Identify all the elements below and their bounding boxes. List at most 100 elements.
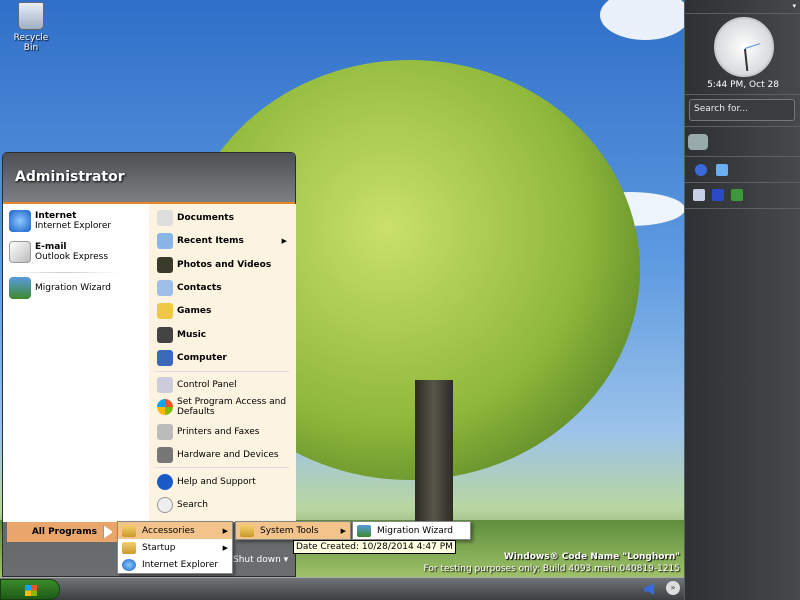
search-icon [157, 497, 173, 513]
item-label: Photos and Videos [177, 260, 272, 270]
menu-control-panel[interactable]: Control Panel [157, 377, 293, 393]
documents-icon [157, 210, 173, 226]
submenu-arrow-icon: ▶ [281, 237, 287, 245]
recent-label: Migration Wizard [35, 283, 111, 293]
chat-bubbles-icon[interactable] [688, 134, 708, 150]
recycle-bin-label: Recycle Bin [13, 33, 49, 53]
accessories-menu: System Tools ▶ [235, 521, 351, 540]
computer-icon[interactable] [712, 189, 724, 201]
contacts-icon [157, 280, 173, 296]
item-label: Music [177, 330, 207, 340]
games-icon [157, 303, 173, 319]
refresh-icon[interactable] [716, 164, 728, 176]
item-label: Search [177, 500, 208, 510]
item-label: Printers and Faxes [177, 427, 260, 437]
email-icon [9, 241, 31, 263]
recycle-bin-icon [18, 2, 44, 30]
network-icon[interactable] [731, 189, 743, 201]
item-label: Contacts [177, 283, 222, 293]
item-label: Computer [177, 353, 227, 363]
item-label: Internet Explorer [142, 559, 219, 570]
pinned-programs: Internet Internet Explorer E-mail Outlook … [3, 204, 149, 522]
program-access-icon [157, 399, 173, 415]
computer-icon [157, 350, 173, 366]
item-label: Hardware and Devices [177, 450, 279, 460]
item-label: Games [177, 306, 212, 316]
menu-help[interactable]: Help and Support [157, 474, 293, 490]
menu-hardware[interactable]: Hardware and Devices [157, 447, 293, 463]
all-programs-label: All Programs [31, 527, 97, 537]
taskbar: » [0, 577, 684, 600]
control-panel-icon [157, 377, 173, 393]
item-label: Migration Wizard [377, 525, 453, 536]
system-tools-menu: Migration Wizard [352, 521, 471, 540]
programs-menu: Accessories ▶ Startup ▶ Internet Explorer [117, 521, 233, 574]
item-label: Documents [177, 213, 234, 223]
programs-accessories[interactable]: Accessories ▶ [118, 522, 232, 539]
photos-icon [157, 257, 173, 273]
windows-logo-icon [25, 585, 37, 596]
watermark-build: For testing purposes only: Build 4093.ma… [423, 564, 680, 574]
item-label: Startup [142, 542, 176, 553]
pinned-subtitle: Outlook Express [35, 252, 109, 262]
menu-search[interactable]: Search [157, 497, 293, 513]
sidebar: ▾ 5:44 PM, Oct 28 Search for... [684, 0, 800, 600]
help-icon [157, 474, 173, 490]
menu-documents[interactable]: Documents [157, 210, 293, 226]
watermark-title: Windows® Code Name "Longhorn" [503, 552, 680, 562]
recycle-bin[interactable]: Recycle Bin [6, 2, 56, 53]
folder-icon [122, 541, 136, 554]
pinned-internet[interactable]: Internet Internet Explorer [9, 210, 111, 232]
pinned-email[interactable]: E-mail Outlook Express [9, 241, 108, 263]
menu-computer[interactable]: Computer [157, 350, 293, 366]
system-tools-migration-wizard[interactable]: Migration Wizard [353, 522, 470, 539]
submenu-arrow-icon: ▶ [222, 543, 228, 552]
accessories-system-tools[interactable]: System Tools ▶ [236, 522, 350, 539]
recent-migration-wizard[interactable]: Migration Wizard [9, 277, 111, 299]
user-name: Administrator [3, 153, 295, 204]
clock-text: 5:44 PM, Oct 28 [707, 80, 779, 90]
migration-wizard-icon [357, 524, 371, 537]
arrow-right-icon [103, 525, 113, 539]
menu-program-access[interactable]: Set Program Access and Defaults [157, 397, 293, 417]
sidebar-search-input[interactable]: Search for... [689, 99, 795, 121]
folder-icon [240, 524, 254, 537]
internet-explorer-icon [9, 210, 31, 232]
pinned-subtitle: Internet Explorer [35, 221, 112, 231]
menu-contacts[interactable]: Contacts [157, 280, 293, 296]
menu-games[interactable]: Games [157, 303, 293, 319]
shut-down-button[interactable]: Shut down ▾ [233, 555, 288, 565]
all-programs-button[interactable]: All Programs [7, 522, 117, 542]
printer-icon [157, 424, 173, 440]
internet-explorer-icon [122, 558, 136, 571]
item-label: Control Panel [177, 380, 237, 390]
volume-icon[interactable] [644, 583, 654, 595]
item-label: Accessories [142, 525, 195, 536]
programs-startup[interactable]: Startup ▶ [118, 539, 232, 556]
item-label: System Tools [260, 525, 319, 536]
programs-internet-explorer[interactable]: Internet Explorer [118, 556, 232, 573]
menu-printers[interactable]: Printers and Faxes [157, 424, 293, 440]
start-menu: Administrator Internet Internet Explorer … [2, 152, 296, 577]
start-button[interactable] [0, 579, 60, 600]
migration-wizard-icon [9, 277, 31, 299]
tooltip: Date Created: 10/28/2014 4:47 PM [293, 540, 456, 554]
internet-explorer-icon[interactable] [695, 164, 707, 176]
item-label: Help and Support [177, 477, 256, 487]
sidebar-menu-icon[interactable]: ▾ [792, 2, 796, 10]
menu-photos-videos[interactable]: Photos and Videos [157, 257, 293, 273]
submenu-arrow-icon: ▶ [340, 526, 346, 535]
pinned-title: Internet [35, 211, 77, 221]
folder-icon [122, 524, 136, 537]
expand-tray-icon[interactable]: » [666, 581, 680, 595]
media-icon[interactable] [693, 189, 705, 201]
start-menu-places: Documents Recent Items ▶ Photos and Video… [149, 204, 296, 522]
item-label: Set Program Access and Defaults [177, 397, 287, 417]
recent-items-icon [157, 233, 173, 249]
hardware-icon [157, 447, 173, 463]
submenu-arrow-icon: ▶ [222, 526, 228, 535]
item-label: Recent Items [177, 236, 244, 246]
menu-recent-items[interactable]: Recent Items ▶ [157, 233, 293, 249]
menu-music[interactable]: Music [157, 327, 293, 343]
music-icon [157, 327, 173, 343]
